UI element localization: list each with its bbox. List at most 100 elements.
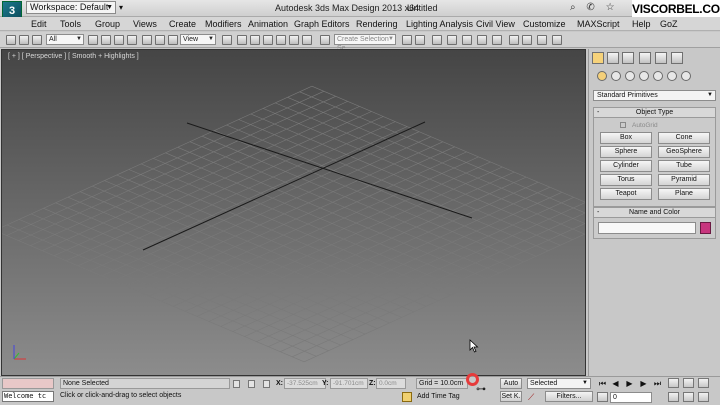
schematic-view-icon[interactable] <box>477 35 487 45</box>
select-and-rotate-icon[interactable] <box>155 35 165 45</box>
key-icon[interactable]: ⊶ <box>476 385 490 395</box>
menu-views[interactable]: Views <box>133 19 157 29</box>
menu-help[interactable]: Help <box>632 19 651 29</box>
modify-tab-icon[interactable] <box>607 52 619 64</box>
tube-button[interactable]: Tube <box>658 160 710 172</box>
previous-frame-icon[interactable]: ◀ <box>610 378 621 389</box>
go-to-end-icon[interactable]: ⏭ <box>652 378 663 389</box>
geometry-icon[interactable] <box>597 71 607 81</box>
undo-icon[interactable] <box>6 35 16 45</box>
select-object-icon[interactable] <box>88 35 98 45</box>
isolate-selection-icon[interactable] <box>233 380 240 388</box>
select-and-manipulate-icon[interactable] <box>237 35 247 45</box>
menu-animation[interactable]: Animation <box>248 19 288 29</box>
select-and-move-icon[interactable] <box>142 35 152 45</box>
pivot-center-icon[interactable] <box>222 35 232 45</box>
autogrid-checkbox[interactable]: AutoGrid <box>620 122 658 129</box>
play-icon[interactable]: ▶ <box>624 378 635 389</box>
pan-view-icon[interactable] <box>683 392 694 402</box>
cameras-icon[interactable] <box>639 71 649 81</box>
auto-key-button[interactable]: Auto <box>500 378 522 389</box>
select-and-scale-icon[interactable] <box>168 35 178 45</box>
y-coordinate-field[interactable]: -91.701cm <box>330 378 368 389</box>
maxscript-mini-listener[interactable]: Welcome tc <box>2 391 54 402</box>
menu-create[interactable]: Create <box>169 19 196 29</box>
zoom-icon[interactable] <box>668 378 679 388</box>
render-setup-icon[interactable] <box>509 35 519 45</box>
workspace-dropdown[interactable]: Workspace: Default ▼ <box>26 1 116 14</box>
selection-lock-icon[interactable] <box>248 380 255 388</box>
current-frame-field[interactable]: 0 <box>610 392 652 403</box>
rectangular-selection-icon[interactable] <box>114 35 124 45</box>
object-type-header[interactable]: - Object Type <box>594 108 715 118</box>
plane-button[interactable]: Plane <box>658 188 710 200</box>
set-key-button[interactable]: Set K. <box>500 391 522 402</box>
hierarchy-tab-icon[interactable] <box>622 52 634 64</box>
sphere-button[interactable]: Sphere <box>600 146 652 158</box>
menu-graph-editors[interactable]: Graph Editors <box>294 19 350 29</box>
edit-named-selection-icon[interactable] <box>320 35 330 45</box>
selection-filter-dropdown[interactable]: All ▼ <box>46 34 84 45</box>
menu-modifiers[interactable]: Modifiers <box>205 19 242 29</box>
mirror-icon[interactable] <box>402 35 412 45</box>
menu-tools[interactable]: Tools <box>60 19 81 29</box>
teapot-button[interactable]: Teapot <box>600 188 652 200</box>
next-frame-icon[interactable]: ▶ <box>638 378 649 389</box>
cylinder-button[interactable]: Cylinder <box>600 160 652 172</box>
rendered-frame-window-icon[interactable] <box>522 35 532 45</box>
menu-rendering[interactable]: Rendering <box>356 19 398 29</box>
render-iterative-icon[interactable] <box>552 35 562 45</box>
shapes-icon[interactable] <box>611 71 621 81</box>
primitive-category-dropdown[interactable]: Standard Primitives ▼ <box>593 90 716 101</box>
time-tag-icon[interactable] <box>402 392 412 402</box>
x-coordinate-field[interactable]: -37.525cm <box>284 378 326 389</box>
menu-maxscript[interactable]: MAXScript <box>577 19 620 29</box>
motion-tab-icon[interactable] <box>639 52 651 64</box>
key-mode-toggle-icon[interactable] <box>597 392 608 402</box>
select-by-name-icon[interactable] <box>101 35 111 45</box>
window-crossing-icon[interactable] <box>127 35 137 45</box>
key-mode-dropdown[interactable]: Selected ▼ <box>527 378 591 389</box>
add-time-tag[interactable]: Add Time Tag <box>417 393 460 400</box>
key-filters-button[interactable]: Filters... <box>545 391 593 402</box>
named-selection-set-field[interactable]: Create Selection Se ▼ <box>334 34 396 52</box>
torus-button[interactable]: Torus <box>600 174 652 186</box>
key-filter-icon[interactable]: ⟋ <box>528 392 534 403</box>
select-and-link-icon[interactable] <box>32 35 42 45</box>
render-production-icon[interactable] <box>537 35 547 45</box>
create-tab-icon[interactable] <box>592 52 604 64</box>
display-tab-icon[interactable] <box>655 52 667 64</box>
menu-lighting-analysis[interactable]: Lighting Analysis <box>406 19 473 29</box>
menu-group[interactable]: Group <box>95 19 120 29</box>
communication-icon[interactable]: ✆ <box>586 2 594 13</box>
z-coordinate-field[interactable]: 0.0cm <box>376 378 406 389</box>
redo-icon[interactable] <box>19 35 29 45</box>
geosphere-button[interactable]: GeoSphere <box>658 146 710 158</box>
orbit-icon[interactable] <box>698 392 709 402</box>
zoom-extents-icon[interactable] <box>698 378 709 388</box>
percent-snap-icon[interactable] <box>289 35 299 45</box>
object-name-input[interactable] <box>598 222 696 234</box>
menu-goz[interactable]: GoZ <box>660 19 678 29</box>
reference-coordinate-dropdown[interactable]: View ▼ <box>180 34 216 45</box>
pyramid-button[interactable]: Pyramid <box>658 174 710 186</box>
keyboard-shortcut-override-icon[interactable] <box>250 35 260 45</box>
field-of-view-icon[interactable] <box>668 392 679 402</box>
go-to-start-icon[interactable]: ⏮ <box>597 378 608 389</box>
spinner-snap-icon[interactable] <box>302 35 312 45</box>
lights-icon[interactable] <box>625 71 635 81</box>
box-button[interactable]: Box <box>600 132 652 144</box>
zoom-all-icon[interactable] <box>683 378 694 388</box>
curve-editor-icon[interactable] <box>462 35 472 45</box>
align-icon[interactable] <box>415 35 425 45</box>
menu-civil-view[interactable]: Civil View <box>476 19 515 29</box>
angle-snap-icon[interactable] <box>276 35 286 45</box>
utilities-tab-icon[interactable] <box>671 52 683 64</box>
cone-button[interactable]: Cone <box>658 132 710 144</box>
perspective-viewport[interactable]: [ + ] [ Perspective ] [ Smooth + Highlig… <box>1 49 586 376</box>
name-and-color-header[interactable]: - Name and Color <box>594 208 715 218</box>
maxscript-listener-output[interactable] <box>2 378 54 389</box>
menu-edit[interactable]: Edit <box>31 19 47 29</box>
viewport-label-menu[interactable]: [ + ] [ Perspective ] [ Smooth + Highlig… <box>8 53 139 60</box>
absolute-mode-transform-icon[interactable] <box>263 380 270 388</box>
